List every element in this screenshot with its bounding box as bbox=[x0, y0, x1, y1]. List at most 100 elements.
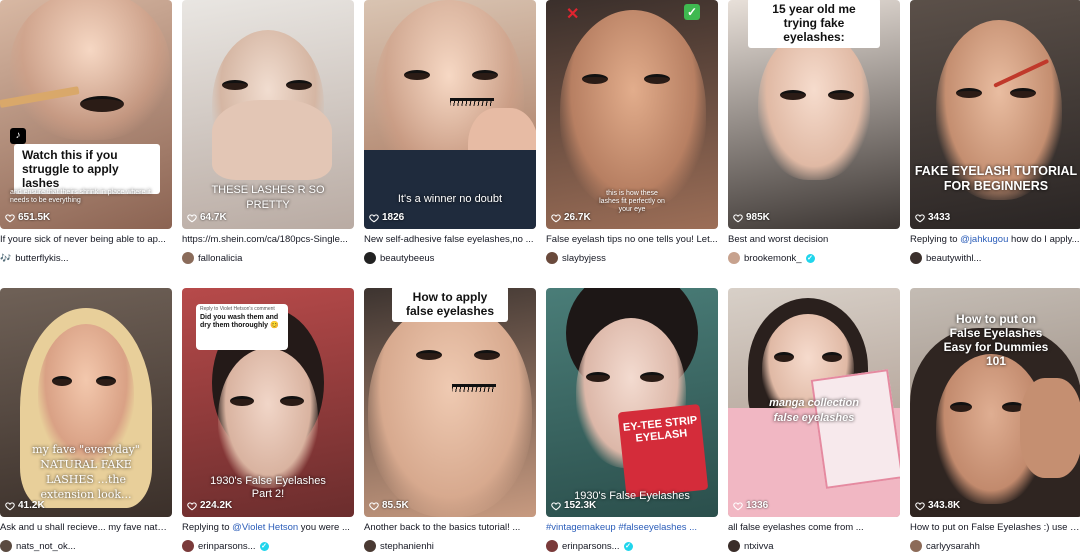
avatar[interactable] bbox=[0, 540, 12, 552]
author-name[interactable]: slaybyjess bbox=[562, 253, 606, 264]
avatar[interactable] bbox=[910, 540, 922, 552]
heart-outline-icon bbox=[915, 501, 925, 511]
video-thumbnail[interactable]: my fave "everyday" NATURAL FAKE LASHES .… bbox=[0, 288, 172, 517]
tiktok-logo-icon: ♪ bbox=[10, 128, 26, 144]
overlay-caption: manga collection false eyelashes bbox=[769, 397, 859, 424]
author-name[interactable]: butterflykis... bbox=[15, 253, 68, 264]
video-card[interactable]: THESE LASHES R SO PRETTY 64.7K https://m… bbox=[182, 0, 354, 272]
heart-outline-icon bbox=[733, 213, 743, 223]
video-card[interactable]: It's a winner no doubt 1826 New self-adh… bbox=[364, 0, 536, 272]
author-name[interactable]: carlyysarahh bbox=[926, 541, 980, 552]
view-count-value: 1336 bbox=[746, 500, 769, 511]
author-row[interactable]: beautywithl... bbox=[910, 251, 1080, 265]
mention-link[interactable]: @jahkugou bbox=[960, 234, 1008, 245]
view-count: 64.7K bbox=[187, 212, 227, 223]
author-row[interactable]: erinparsons... ✓ bbox=[546, 539, 718, 553]
author-row[interactable]: stephanienhi bbox=[364, 539, 536, 553]
avatar[interactable] bbox=[546, 252, 558, 264]
heart-outline-icon bbox=[369, 213, 379, 223]
video-description[interactable]: Replying to @jahkugou how do I apply... bbox=[910, 234, 1080, 246]
avatar[interactable] bbox=[182, 252, 194, 264]
author-name[interactable]: stephanienhi bbox=[380, 541, 434, 552]
avatar[interactable] bbox=[728, 252, 740, 264]
author-name[interactable]: erinparsons... bbox=[562, 541, 620, 552]
author-name[interactable]: erinparsons... bbox=[198, 541, 256, 552]
reply-header: Reply to Violet Hetson's comment bbox=[200, 306, 275, 312]
video-card[interactable]: How to apply false eyelashes 85.5K Anoth… bbox=[364, 288, 536, 560]
video-thumbnail[interactable]: How to apply false eyelashes 85.5K bbox=[364, 288, 536, 517]
video-thumbnail[interactable]: It's a winner no doubt 1826 bbox=[364, 0, 536, 229]
video-card[interactable]: How to put on False Eyelashes Easy for D… bbox=[910, 288, 1080, 560]
video-description[interactable]: Replying to @Violet Hetson you were ... bbox=[182, 522, 354, 534]
mention-link[interactable]: @Violet Hetson bbox=[232, 522, 298, 533]
video-description[interactable]: Best and worst decision bbox=[728, 234, 900, 246]
video-card[interactable]: ✕ ✓ this is how these lashes fit perfect… bbox=[546, 0, 718, 272]
verified-badge-icon: ✓ bbox=[623, 541, 633, 551]
author-name[interactable]: beautybeeus bbox=[380, 253, 434, 264]
video-description[interactable]: New self-adhesive false eyelashes,no ... bbox=[364, 234, 536, 246]
thumbnail-eye bbox=[474, 350, 500, 360]
author-name[interactable]: brookemonk_ bbox=[744, 253, 802, 264]
video-thumbnail[interactable]: How to put on False Eyelashes Easy for D… bbox=[910, 288, 1080, 517]
hashtag-links[interactable]: #vintagemakeup #falseeyelashes ... bbox=[546, 522, 697, 533]
video-card[interactable]: EY-TEE STRIP EYELASH 1930's False Eyelas… bbox=[546, 288, 718, 560]
view-count: 85.5K bbox=[369, 500, 409, 511]
heart-outline-icon bbox=[733, 501, 743, 511]
video-card[interactable]: ♪ Watch this if you struggle to apply la… bbox=[0, 0, 172, 272]
video-thumbnail[interactable]: Reply to Violet Hetson's comment Did you… bbox=[182, 288, 354, 517]
thumbnail-eye bbox=[956, 88, 982, 98]
video-card[interactable]: my fave "everyday" NATURAL FAKE LASHES .… bbox=[0, 288, 172, 560]
author-row[interactable]: nats_not_ok... bbox=[0, 539, 172, 553]
author-name[interactable]: nats_not_ok... bbox=[16, 541, 76, 552]
avatar[interactable] bbox=[364, 252, 376, 264]
video-card[interactable]: 15 year old me trying fake eyelashes: 98… bbox=[728, 0, 900, 272]
video-thumbnail[interactable]: ✕ ✓ this is how these lashes fit perfect… bbox=[546, 0, 718, 229]
thumbnail-eye bbox=[96, 376, 116, 386]
avatar[interactable] bbox=[728, 540, 740, 552]
video-description[interactable]: #vintagemakeup #falseeyelashes ... bbox=[546, 522, 718, 534]
video-description[interactable]: Ask and u shall recieve... my fave natur… bbox=[0, 522, 172, 534]
video-description[interactable]: If youre sick of never being able to ap.… bbox=[0, 234, 172, 246]
author-row[interactable]: 🎶 butterflykis... bbox=[0, 251, 172, 265]
author-row[interactable]: ntxivva bbox=[728, 539, 900, 553]
view-count: 152.3K bbox=[551, 500, 596, 511]
video-description[interactable]: How to put on False Eyelashes :) use c..… bbox=[910, 522, 1080, 534]
video-description[interactable]: Another back to the basics tutorial! ... bbox=[364, 522, 536, 534]
avatar[interactable] bbox=[910, 252, 922, 264]
author-row[interactable]: slaybyjess bbox=[546, 251, 718, 265]
thumbnail-eye bbox=[822, 352, 842, 362]
thumbnail-eye bbox=[404, 70, 430, 80]
video-card[interactable]: FAKE EYELASH TUTORIAL FOR BEGINNERS 3433… bbox=[910, 0, 1080, 272]
video-description[interactable]: all false eyelashes come from ... bbox=[728, 522, 900, 534]
video-card[interactable]: manga collection false eyelashes 1336 al… bbox=[728, 288, 900, 560]
video-thumbnail[interactable]: THESE LASHES R SO PRETTY 64.7K bbox=[182, 0, 354, 229]
thumbnail-eye bbox=[582, 74, 608, 84]
video-thumbnail[interactable]: EY-TEE STRIP EYELASH 1930's False Eyelas… bbox=[546, 288, 718, 517]
view-count-value: 343.8K bbox=[928, 500, 961, 511]
video-thumbnail[interactable]: 15 year old me trying fake eyelashes: 98… bbox=[728, 0, 900, 229]
video-card[interactable]: Reply to Violet Hetson's comment Did you… bbox=[182, 288, 354, 560]
avatar[interactable] bbox=[546, 540, 558, 552]
video-description[interactable]: https://m.shein.com/ca/180pcs-Single... bbox=[182, 234, 354, 246]
author-row[interactable]: beautybeeus bbox=[364, 251, 536, 265]
video-thumbnail[interactable]: FAKE EYELASH TUTORIAL FOR BEGINNERS 3433 bbox=[910, 0, 1080, 229]
thumbnail-eye bbox=[280, 396, 304, 406]
author-row[interactable]: carlyysarahh bbox=[910, 539, 1080, 553]
video-thumbnail[interactable]: manga collection false eyelashes 1336 bbox=[728, 288, 900, 517]
author-row[interactable]: fallonalicia bbox=[182, 251, 354, 265]
author-name[interactable]: beautywithl... bbox=[926, 253, 981, 264]
author-name[interactable]: ntxivva bbox=[744, 541, 774, 552]
overlay-caption: 1930's False Eyelashes Part 2! bbox=[210, 475, 326, 500]
view-count: 1336 bbox=[733, 500, 768, 511]
thumbnail-eye bbox=[828, 90, 854, 100]
video-description[interactable]: False eyelash tips no one tells you! Let… bbox=[546, 234, 718, 246]
avatar[interactable] bbox=[182, 540, 194, 552]
thumbnail-eye bbox=[586, 372, 610, 382]
avatar[interactable] bbox=[364, 540, 376, 552]
x-mark-icon: ✕ bbox=[566, 6, 580, 23]
author-name[interactable]: fallonalicia bbox=[198, 253, 242, 264]
view-count-value: 85.5K bbox=[382, 500, 409, 511]
author-row[interactable]: brookemonk_ ✓ bbox=[728, 251, 900, 265]
video-thumbnail[interactable]: ♪ Watch this if you struggle to apply la… bbox=[0, 0, 172, 229]
author-row[interactable]: erinparsons... ✓ bbox=[182, 539, 354, 553]
